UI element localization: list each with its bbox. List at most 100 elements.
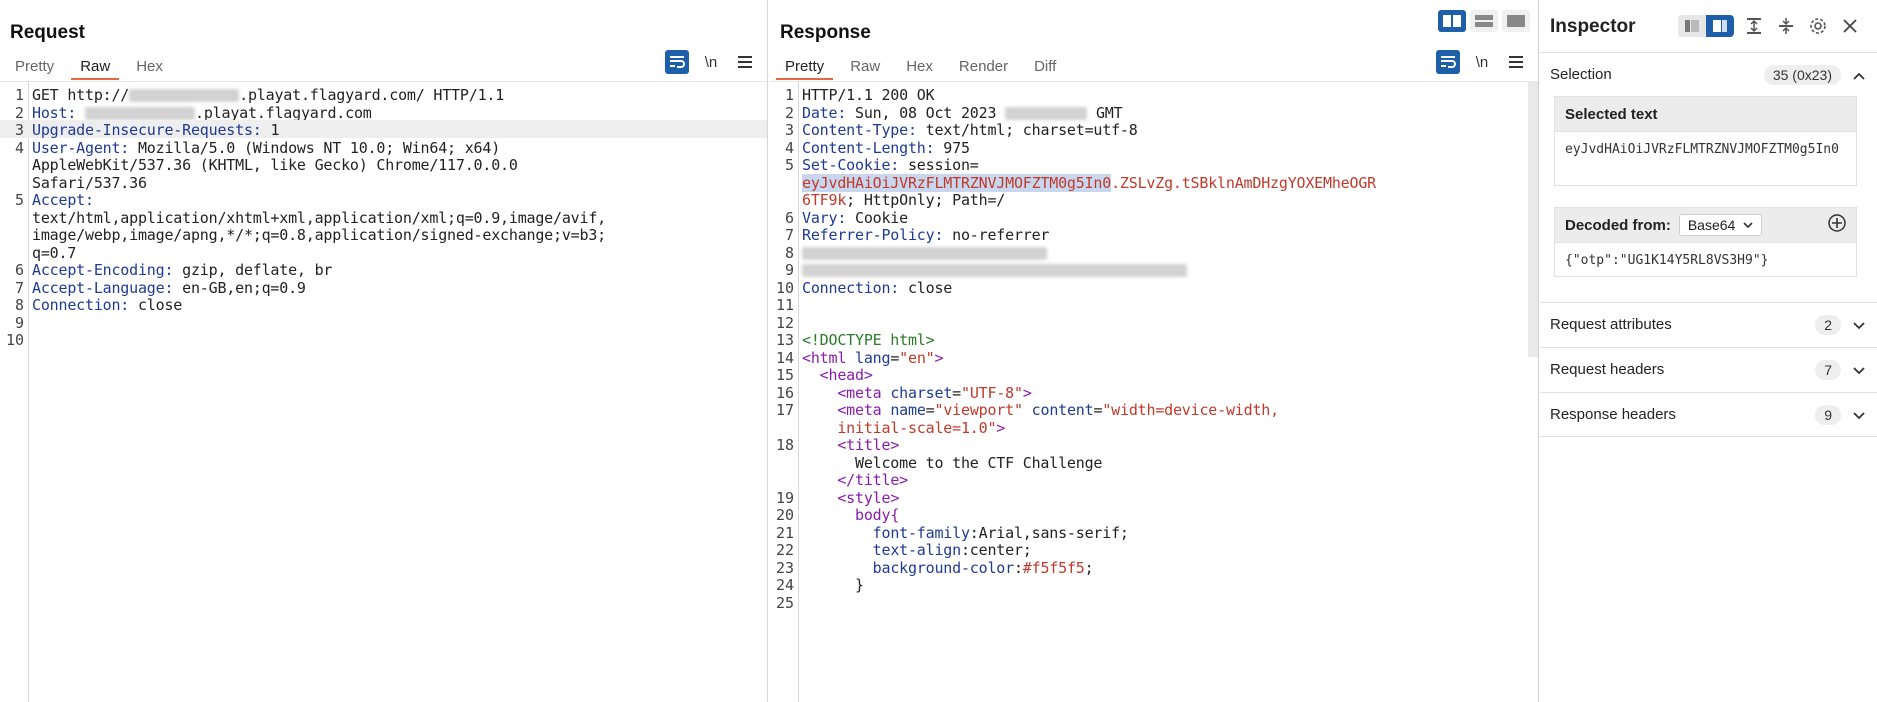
decoded-value[interactable]: {"otp":"UG1K14Y5RL8VS3H9"}	[1555, 242, 1856, 276]
chevron-down-icon[interactable]	[1853, 362, 1867, 378]
hamburger-icon[interactable]	[733, 50, 757, 74]
code-token: <style>	[837, 488, 900, 507]
tab-pretty[interactable]: Pretty	[6, 54, 63, 80]
response-editor[interactable]: 1 HTTP/1.1 200 OK 2 Date: Sun, 08 Oct 2023 …	[770, 81, 1538, 702]
code-token: <!DOCTYPE html>	[802, 331, 935, 349]
code-line: 4 User-Agent: Mozilla/5.0 (Windows NT 10.…	[0, 138, 767, 157]
chevron-down-icon[interactable]	[1853, 407, 1867, 423]
code-token: 6TF9k	[802, 191, 847, 209]
selection-row[interactable]: Selection 35 (0x23)	[1540, 52, 1877, 96]
add-circle-icon[interactable]	[1828, 214, 1846, 236]
code-token: text-align	[872, 541, 962, 559]
request-editor[interactable]: 1 GET http:// .playat.flagyard.com/ HTTP/1…	[0, 81, 767, 702]
selected-text-value[interactable]: eyJvdHAiOiJVRzFLMTRZNVJMOFZTM0g5In0	[1555, 131, 1856, 185]
code-line: 8 Connection: close	[0, 295, 767, 314]
gear-icon[interactable]	[1806, 14, 1830, 38]
close-icon[interactable]	[1838, 14, 1862, 38]
code-token: Content-Type:	[802, 121, 917, 139]
collapse-all-icon[interactable]	[1774, 14, 1798, 38]
code-token: HTTP/1.1 200 OK	[802, 86, 935, 104]
chevron-up-icon[interactable]	[1853, 67, 1867, 83]
code-line: eyJvdHAiOiJVRzFLMTRZNVJMOFZTM0g5In0.ZSLv…	[770, 173, 1538, 192]
response-title: Response	[780, 22, 871, 43]
expand-all-icon[interactable]	[1742, 14, 1766, 38]
section-request-headers[interactable]: Request headers 7	[1540, 347, 1877, 391]
code-token: name	[890, 401, 926, 419]
tab-pretty[interactable]: Pretty	[776, 54, 834, 80]
code-token: Upgrade-Insecure-Requests:	[32, 121, 262, 139]
section-request-attributes[interactable]: Request attributes 2	[1540, 302, 1877, 346]
tab-render[interactable]: Render	[950, 54, 1017, 80]
section-divider	[1540, 436, 1877, 437]
code-token: >	[996, 418, 1006, 437]
code-token: 1	[261, 121, 280, 139]
code-line: 21 font-family:Arial,sans-serif;	[770, 523, 1538, 542]
section-label: Request headers	[1550, 361, 1665, 378]
section-count: 2	[1815, 314, 1841, 335]
code-line: 9	[770, 260, 1538, 279]
panel-left-icon[interactable]	[1678, 15, 1706, 37]
split-vertical-icon[interactable]	[1438, 10, 1466, 32]
inspector-title: Inspector	[1550, 16, 1636, 37]
code-line: 18 <title>	[770, 435, 1538, 454]
tab-hex[interactable]: Hex	[127, 54, 172, 80]
code-token: Content-Length:	[802, 138, 935, 157]
wrap-icon[interactable]	[665, 50, 689, 74]
code-token: =	[952, 383, 961, 402]
code-line: 9	[0, 313, 767, 332]
code-token: Welcome to the CTF Challenge	[802, 453, 1103, 472]
chevron-down-icon[interactable]	[1853, 317, 1867, 333]
tab-diff[interactable]: Diff	[1025, 54, 1065, 80]
code-line: 1 GET http://.playat.flagyard.com/ HTTP/1…	[0, 85, 767, 104]
newline-toggle[interactable]: \n	[1470, 50, 1494, 74]
code-token: Date:	[802, 103, 847, 122]
section-response-headers[interactable]: Response headers 9	[1540, 392, 1877, 436]
code-token: q=0.7	[32, 243, 77, 262]
code-token: AppleWebKit/537.36 (KHTML, like Gecko) C…	[32, 156, 518, 174]
layout-toggle	[1438, 10, 1530, 32]
single-view-icon[interactable]	[1502, 10, 1530, 32]
code-line: </title>	[770, 470, 1538, 489]
response-scrollbar[interactable]	[1528, 81, 1538, 357]
panel-right-icon[interactable]	[1706, 15, 1734, 37]
tab-hex[interactable]: Hex	[897, 54, 942, 80]
tab-raw[interactable]: Raw	[841, 54, 889, 80]
code-line: 11	[770, 295, 1538, 314]
code-token: <head>	[819, 366, 873, 384]
request-tabs: Pretty Raw Hex	[6, 54, 180, 80]
line-number: 25	[775, 593, 794, 612]
code-token: GMT	[1087, 103, 1123, 122]
code-line: 20 body{	[770, 505, 1538, 524]
code-token: no-referrer	[943, 226, 1050, 244]
code-line: initial-scale=1.0">	[770, 418, 1538, 437]
code-token: "UTF-8"	[961, 383, 1023, 402]
code-token: Accept:	[32, 191, 94, 209]
code-token: <html	[802, 348, 855, 367]
tab-raw[interactable]: Raw	[71, 54, 120, 80]
section-label: Request attributes	[1550, 316, 1672, 333]
code-line: 13 <!DOCTYPE html>	[770, 330, 1538, 349]
wrap-icon[interactable]	[1436, 50, 1460, 74]
hamburger-icon[interactable]	[1504, 50, 1528, 74]
newline-toggle[interactable]: \n	[699, 50, 723, 74]
code-line: 6TF9k; HttpOnly; Path=/	[770, 190, 1538, 209]
redacted-text	[802, 264, 1187, 277]
code-line: 17 <meta name="viewport" content="width=…	[770, 400, 1538, 419]
code-token: Sun, 08 Oct 2023	[846, 103, 1006, 122]
code-line: 22 text-align:center;	[770, 540, 1538, 559]
code-line: 25	[770, 593, 1538, 612]
decode-format-select[interactable]: Base64	[1678, 214, 1763, 236]
code-token: content	[1031, 401, 1094, 419]
split-horizontal-icon[interactable]	[1470, 10, 1498, 32]
section-count: 9	[1815, 404, 1841, 425]
code-token: body{	[855, 506, 900, 524]
code-token: Connection:	[802, 278, 900, 297]
